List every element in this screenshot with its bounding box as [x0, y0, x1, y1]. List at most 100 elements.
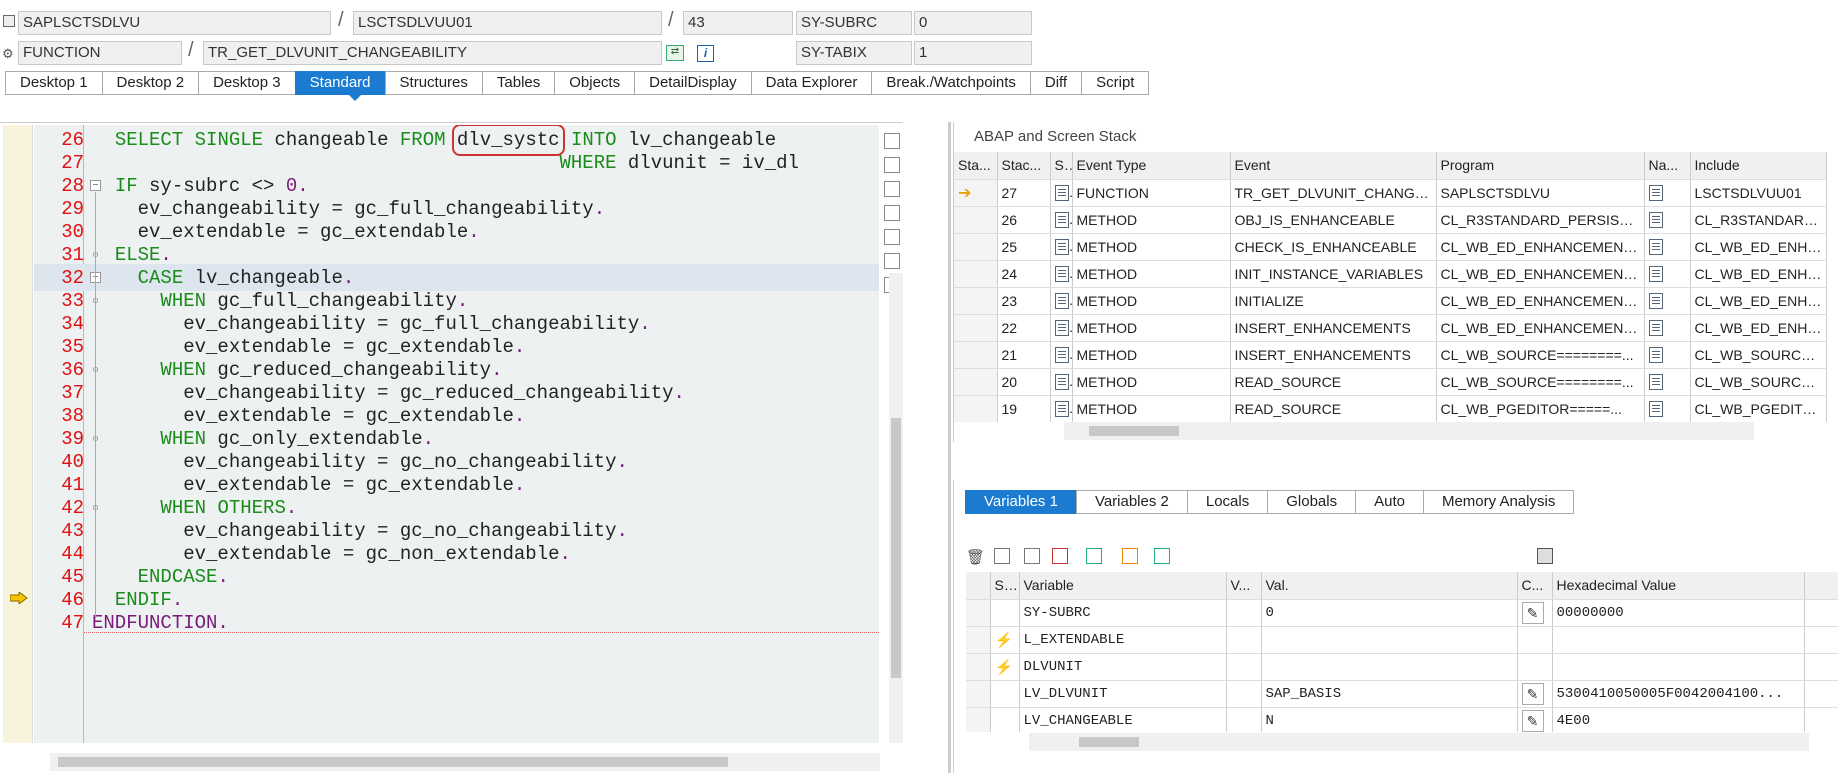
variable-name[interactable]: DLVUNIT [1019, 653, 1227, 681]
toolbar-icon[interactable] [1024, 548, 1040, 564]
variable-row[interactable]: ⚡ L_EXTENDABLE [966, 626, 1838, 654]
stack-hscroll[interactable] [1064, 422, 1754, 440]
stack-row[interactable]: 26 METHOD OBJ_IS_ENHANCEABLE CL_R3STANDARD_… [954, 206, 1827, 234]
event-type-field[interactable]: FUNCTION [18, 41, 182, 65]
variable-value[interactable] [1261, 653, 1518, 681]
info-icon[interactable]: i [697, 45, 714, 62]
tab-structures[interactable]: Structures [384, 71, 482, 95]
row-selector[interactable] [966, 626, 991, 654]
editor-vscroll-thumb[interactable] [891, 418, 901, 678]
stack-row[interactable]: 24 METHOD INIT_INSTANCE_VARIABLES CL_WB_ED_… [954, 260, 1827, 288]
navigate-icon[interactable] [1648, 293, 1663, 310]
column-header[interactable]: Program [1436, 152, 1645, 180]
vars-tab[interactable]: Variables 1 [965, 490, 1076, 514]
variable-value[interactable]: 0 [1261, 599, 1518, 627]
pencil-icon[interactable]: ✎ [1521, 682, 1544, 705]
program-field[interactable]: SAPLSCTSDLVU [18, 11, 331, 35]
variable-value[interactable]: SAP_BASIS [1261, 680, 1518, 708]
navigate-icon[interactable] [1648, 401, 1663, 418]
delete-icon[interactable] [884, 205, 900, 221]
line-field[interactable]: 43 [683, 11, 793, 35]
row-selector[interactable] [966, 707, 991, 732]
navigate-icon[interactable] [1648, 374, 1663, 391]
vars-tab[interactable]: Memory Analysis [1422, 490, 1575, 514]
toolbar-icon[interactable] [1154, 548, 1170, 564]
tab-desktop-2[interactable]: Desktop 2 [101, 71, 199, 95]
new-doc-icon[interactable] [884, 157, 900, 173]
tab-objects[interactable]: Objects [554, 71, 635, 95]
editor-hscroll[interactable] [50, 753, 880, 771]
breakpoint-gutter[interactable] [3, 125, 33, 743]
variable-name[interactable]: LV_DLVUNIT [1019, 680, 1227, 708]
navigate-icon[interactable] [1648, 239, 1663, 256]
stack-row[interactable]: ➔ 27 FUNCTION TR_GET_DLVUNIT_CHANGEA... SAPL… [954, 179, 1827, 207]
tab-diff[interactable]: Diff [1029, 71, 1082, 95]
variable-row[interactable]: ⚡ DLVUNIT [966, 653, 1838, 681]
splitter[interactable] [948, 122, 951, 773]
column-header[interactable]: Val. [1261, 572, 1518, 600]
column-header[interactable]: V... [1226, 572, 1262, 600]
tab-tables[interactable]: Tables [481, 71, 555, 95]
save-icon[interactable] [1537, 548, 1553, 564]
vars-tab[interactable]: Locals [1186, 490, 1268, 514]
column-header[interactable]: C... [1517, 572, 1553, 600]
navigate-icon[interactable] [1648, 347, 1663, 364]
stack-row[interactable]: 22 METHOD INSERT_ENHANCEMENTS CL_WB_ED_ENHA… [954, 314, 1827, 342]
toolbar-icon[interactable] [1086, 548, 1102, 564]
toolbar-icon[interactable] [994, 548, 1010, 564]
navigate-icon[interactable] [1648, 266, 1663, 283]
editor-vscroll[interactable] [889, 273, 903, 743]
include-field[interactable]: LSCTSDLVUU01 [353, 11, 662, 35]
stack-row[interactable]: 21 METHOD INSERT_ENHANCEMENTS CL_WB_SOURCE=… [954, 341, 1827, 369]
editor-hscroll-thumb[interactable] [58, 757, 728, 767]
column-header[interactable]: Event Type [1072, 152, 1231, 180]
stack-row[interactable]: 25 METHOD CHECK_IS_ENHANCEABLE CL_WB_ED_ENH… [954, 233, 1827, 261]
column-header[interactable]: Hexadecimal Value [1552, 572, 1805, 600]
variable-name[interactable]: L_EXTENDABLE [1019, 626, 1227, 654]
source-editor[interactable]: 26 SELECT SINGLE changeable FROM dlv_sys… [0, 122, 903, 772]
headset-icon[interactable] [884, 253, 900, 269]
toolbar-icon[interactable] [1122, 548, 1138, 564]
code-area[interactable]: 26 SELECT SINGLE changeable FROM dlv_sys… [34, 125, 879, 743]
resize-icon[interactable] [884, 229, 900, 245]
fold-toggle[interactable]: − [90, 180, 101, 191]
copy-icon[interactable] [884, 181, 900, 197]
tab-desktop-3[interactable]: Desktop 3 [198, 71, 295, 95]
navigate-icon[interactable]: ⇄ [666, 45, 684, 61]
vars-tab[interactable]: Globals [1267, 490, 1356, 514]
column-header[interactable]: Event [1230, 152, 1437, 180]
toolbar-icon[interactable] [1052, 548, 1068, 564]
tab-standard[interactable]: Standard [294, 71, 385, 95]
vars-tab[interactable]: Variables 2 [1075, 490, 1187, 514]
clear-icon[interactable] [884, 133, 900, 149]
stack-row[interactable]: 23 METHOD INITIALIZE CL_WB_ED_ENHANCEMENT_.… [954, 287, 1827, 315]
navigate-icon[interactable] [1648, 185, 1663, 202]
row-selector[interactable] [966, 653, 991, 681]
pencil-icon[interactable]: ✎ [1521, 709, 1544, 732]
vars-hscroll-thumb[interactable] [1079, 737, 1139, 747]
variable-value[interactable] [1261, 626, 1518, 654]
column-header[interactable] [966, 572, 991, 600]
variable-name[interactable]: SY-SUBRC [1019, 599, 1227, 627]
tab-breakpoints[interactable]: Break./Watchpoints [871, 71, 1030, 95]
tab-data-explorer[interactable]: Data Explorer [750, 71, 872, 95]
column-header[interactable]: Variable [1019, 572, 1227, 600]
row-selector[interactable] [966, 599, 991, 627]
tab-script[interactable]: Script [1081, 71, 1150, 95]
column-header[interactable] [1804, 572, 1838, 600]
stack-row[interactable]: 19 METHOD READ_SOURCE CL_WB_PGEDITOR=====..… [954, 395, 1827, 422]
column-header[interactable]: Na... [1644, 152, 1691, 180]
navigate-icon[interactable] [1648, 320, 1663, 337]
navigate-icon[interactable] [1648, 212, 1663, 229]
column-header[interactable]: Stac... [997, 152, 1051, 180]
column-header[interactable]: Sta... [954, 152, 998, 180]
tab-desktop-1[interactable]: Desktop 1 [5, 71, 102, 95]
variable-row[interactable]: SY-SUBRC 0 ✎ 00000000 [966, 599, 1838, 627]
variable-value[interactable]: N [1261, 707, 1518, 732]
column-header[interactable]: Include [1690, 152, 1827, 180]
variable-row[interactable]: LV_CHANGEABLE N ✎ 4E00 [966, 707, 1838, 732]
event-field[interactable]: TR_GET_DLVUNIT_CHANGEABILITY [203, 41, 662, 65]
row-selector[interactable] [966, 680, 991, 708]
column-header[interactable]: S... [1050, 152, 1073, 180]
variable-name[interactable]: LV_CHANGEABLE [1019, 707, 1227, 732]
